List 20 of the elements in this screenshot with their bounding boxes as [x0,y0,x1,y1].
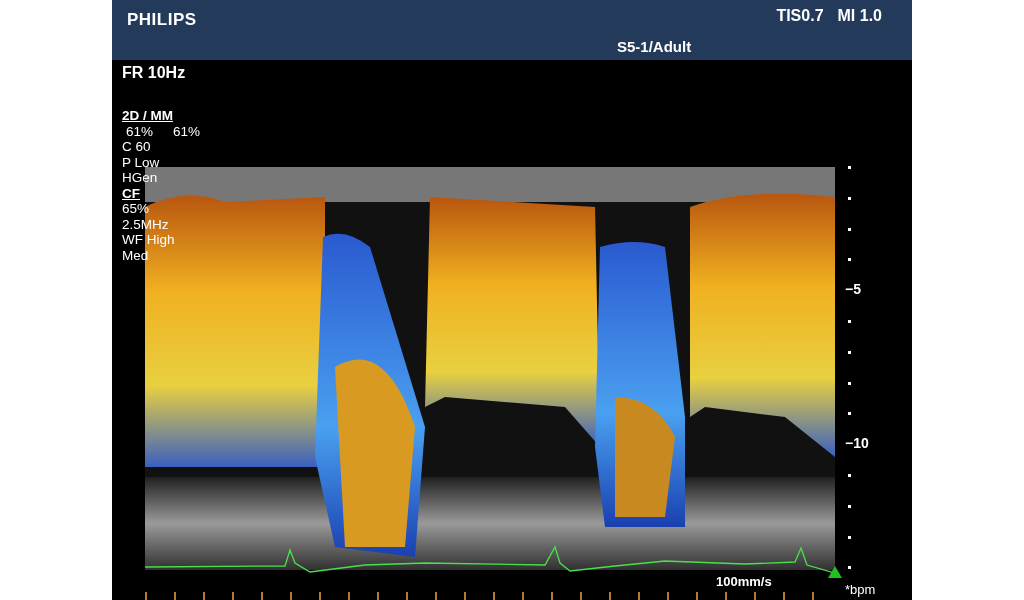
brand-logo: PHILIPS [127,9,197,31]
depth-label: −10 [845,435,869,452]
probe-preset: S5-1/Adult [617,37,692,57]
parameter-value: WF High [122,232,175,248]
heart-rate: *bpm [845,581,876,599]
parameter-value: C 60 [122,139,151,155]
parameter-value: 65% [122,201,150,217]
parameter-value: 2.5MHz [122,216,169,232]
readout: MI 1.0 [837,6,882,26]
parameter-value: P Low [122,154,160,170]
parameter-value: 61% [125,123,154,139]
section-heading: CF [122,185,140,201]
sweep-speed: 100mm/s [716,573,772,591]
parameter-value: HGen [122,170,158,186]
frame-rate: FR 10Hz [122,63,186,83]
parameter-value: 61% [172,123,201,139]
triangle-marker-icon [828,566,842,578]
depth-label: −5 [845,281,861,298]
readout: TIS0.7 [776,6,824,26]
section-heading: 2D / MM [122,108,173,124]
